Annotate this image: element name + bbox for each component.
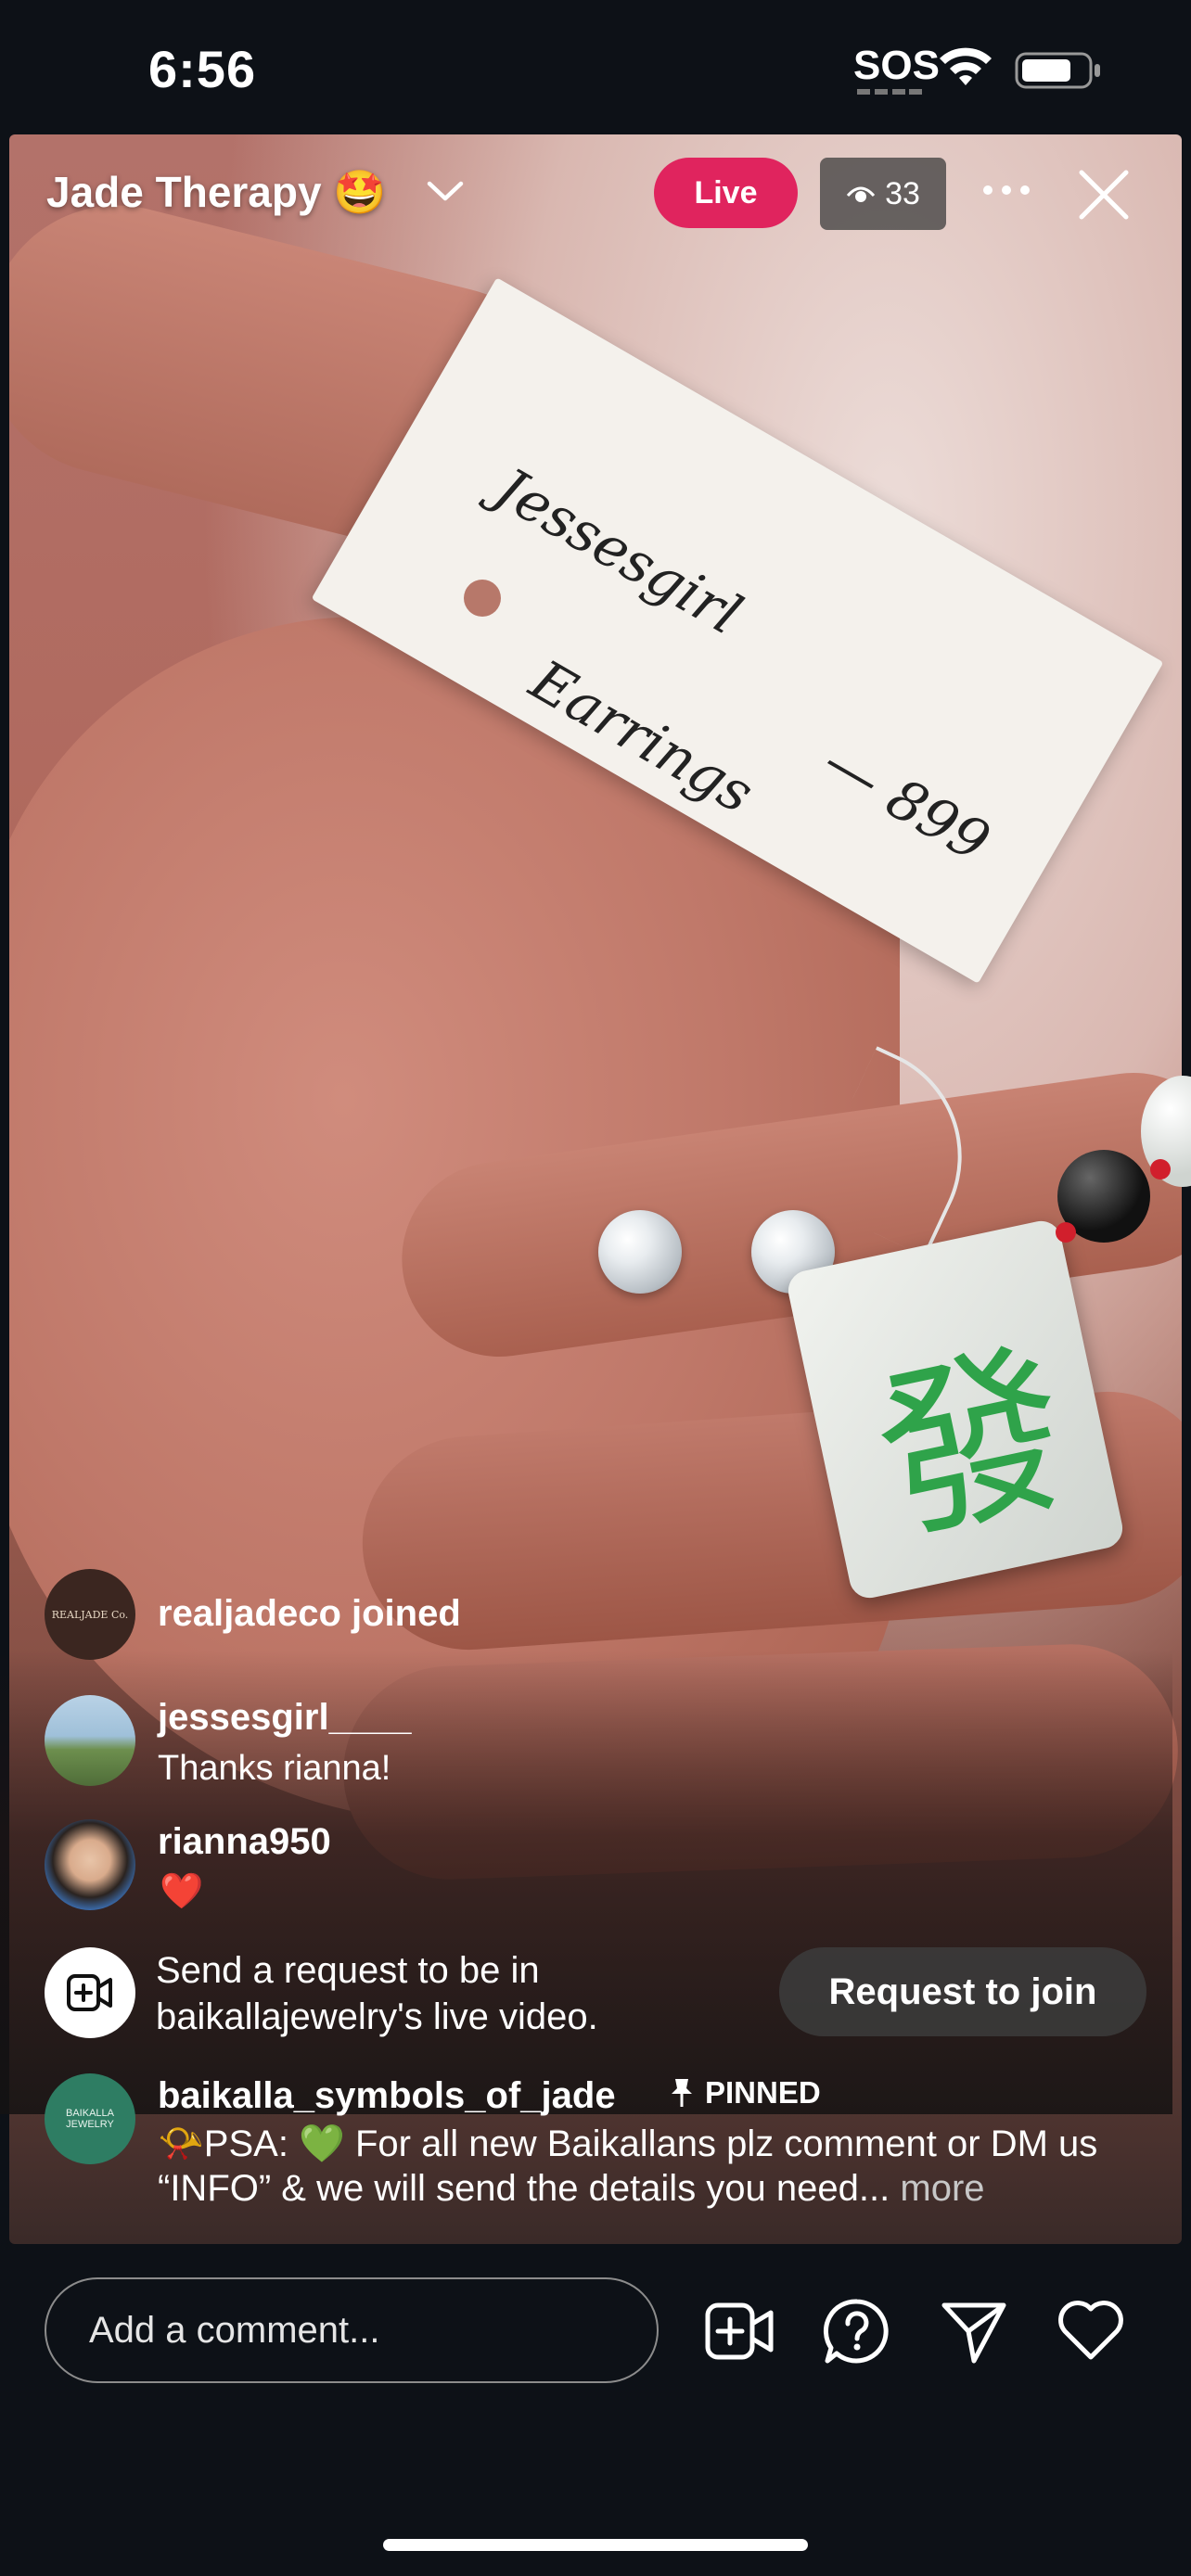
avatar[interactable]: REALJADE Co.	[45, 1569, 135, 1660]
comment-placeholder: Add a comment...	[89, 2309, 380, 2351]
avatar-logo-text: REALJADE Co.	[51, 1608, 129, 1621]
signal-dots-icon	[857, 89, 922, 95]
viewer-count: 33	[885, 175, 920, 211]
red-bead	[1056, 1222, 1076, 1243]
avatar[interactable]	[45, 1819, 135, 1910]
avatar[interactable]	[45, 1695, 135, 1786]
channel-title[interactable]: Jade Therapy 🤩	[46, 167, 387, 218]
comment-input[interactable]: Add a comment...	[45, 2277, 659, 2383]
join-notice: realjadeco joined	[158, 1593, 461, 1634]
avatar[interactable]: BAIKALLA JEWELRY	[45, 2073, 135, 2164]
pinned-label: PINNED	[705, 2075, 821, 2110]
status-time: 6:56	[148, 40, 257, 98]
earring-stud	[598, 1210, 682, 1294]
comment-username[interactable]: jessesgirl____	[158, 1697, 412, 1739]
pinned-comment-text: 📯PSA: 💚 For all new Baikallans plz comme…	[158, 2122, 1159, 2211]
request-to-join-button[interactable]: Request to join	[779, 1947, 1146, 2036]
eye-icon	[846, 186, 876, 202]
avatar-logo-text: BAIKALLA JEWELRY	[66, 2108, 114, 2130]
video-request-icon[interactable]	[704, 2296, 775, 2366]
request-prompt: Send a request to be in baikallajewelry'…	[156, 1950, 598, 2037]
chevron-down-icon[interactable]	[422, 178, 468, 206]
viewer-count-badge[interactable]: 33	[820, 158, 946, 230]
pin-icon	[672, 2079, 692, 2107]
sos-indicator: SOS	[853, 43, 940, 88]
red-bead	[1150, 1159, 1171, 1180]
video-add-icon	[67, 1974, 112, 2011]
comment-text: ❤️	[160, 1872, 204, 1911]
home-indicator	[383, 2539, 808, 2551]
send-icon[interactable]	[939, 2296, 1009, 2366]
battery-icon	[1015, 52, 1100, 89]
close-icon[interactable]	[1076, 167, 1132, 223]
video-request-icon[interactable]	[45, 1947, 135, 2038]
pinned-badge: PINNED	[670, 2075, 821, 2111]
pinned-username[interactable]: baikalla_symbols_of_jade	[158, 2075, 616, 2117]
comment-username[interactable]: rianna950	[158, 1821, 331, 1863]
heart-icon[interactable]	[1056, 2296, 1126, 2366]
wifi-icon	[940, 47, 992, 85]
live-badge: Live	[654, 158, 798, 228]
comment-text: Thanks rianna!	[158, 1749, 391, 1788]
more-icon[interactable]	[979, 172, 1034, 209]
more-link[interactable]: more	[900, 2168, 984, 2209]
tag-hole	[464, 580, 501, 617]
question-icon[interactable]	[822, 2296, 892, 2366]
